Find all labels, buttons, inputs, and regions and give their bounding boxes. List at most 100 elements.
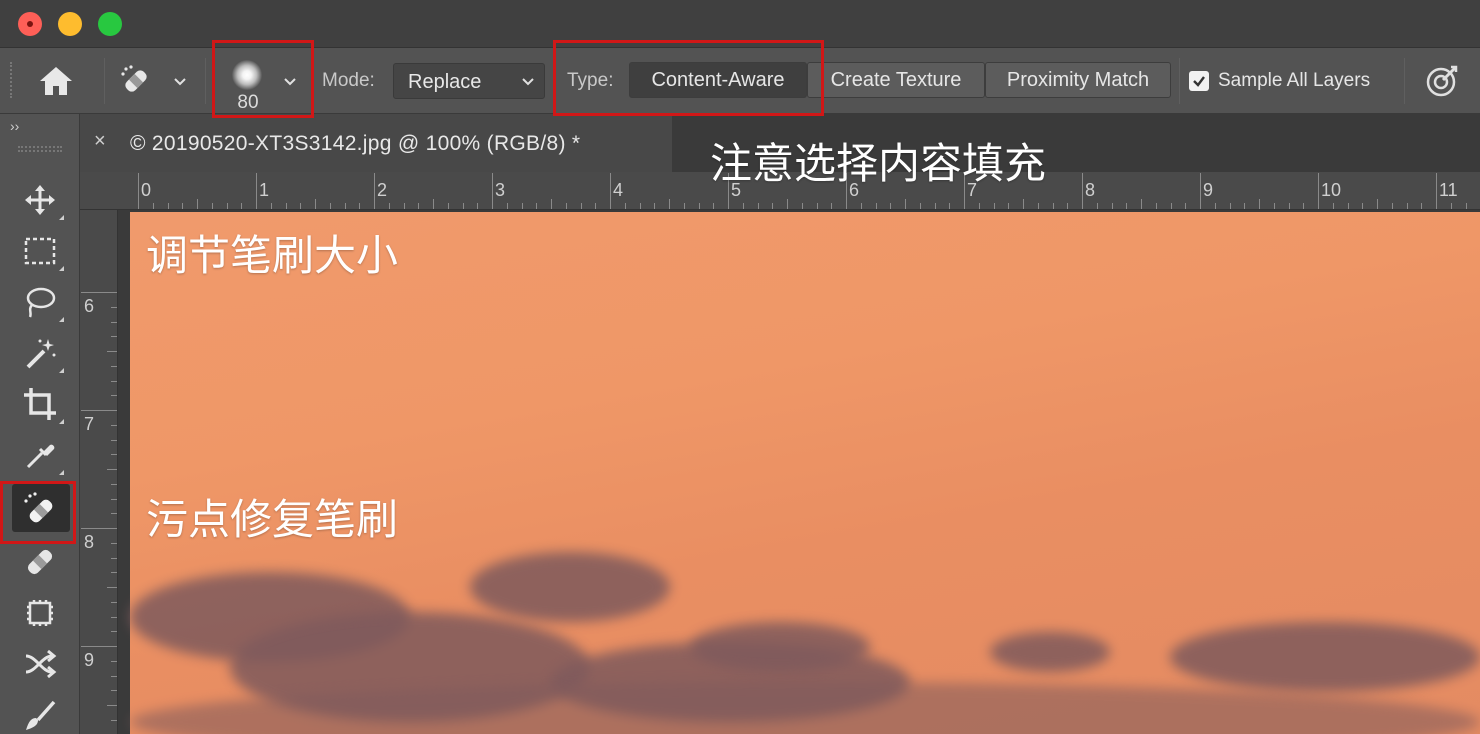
eyedropper-tool[interactable] <box>12 431 70 479</box>
ruler-tick <box>1377 199 1378 209</box>
minimize-window-button[interactable] <box>58 12 82 36</box>
ruler-tick <box>1406 203 1408 209</box>
ruler-label: 1 <box>259 180 270 200</box>
ruler-tick <box>111 690 117 692</box>
eyedropper-icon <box>26 444 55 469</box>
separator <box>205 58 206 104</box>
ruler-label: 9 <box>84 650 95 670</box>
ruler-tick <box>1096 203 1098 209</box>
ruler-tick <box>860 203 862 209</box>
ruler-tick <box>624 203 626 209</box>
ruler-tick <box>111 660 117 662</box>
zoom-window-button[interactable] <box>98 12 122 36</box>
ruler-tick <box>111 336 117 338</box>
ruler-tick <box>1141 199 1142 209</box>
tools-panel-grip[interactable] <box>18 146 62 152</box>
collapse-panel-button[interactable]: ›› <box>10 118 19 134</box>
ruler-tick <box>107 705 117 706</box>
ruler-tick <box>111 601 117 603</box>
ruler-tick <box>1303 203 1305 209</box>
magic-wand-icon <box>26 339 56 369</box>
ruler-tick <box>107 351 117 352</box>
ruler-tick <box>388 203 390 209</box>
cloud <box>690 622 870 672</box>
type-create-texture-button[interactable]: Create Texture <box>807 62 985 98</box>
ruler-tick <box>1111 203 1113 209</box>
close-window-button[interactable] <box>18 12 42 36</box>
document-canvas[interactable] <box>118 210 1480 734</box>
ruler-tick <box>1052 203 1054 209</box>
ruler-tick <box>111 542 117 544</box>
content-aware-move-tool[interactable] <box>12 640 70 688</box>
marquee-tool[interactable] <box>12 227 70 275</box>
crop-icon <box>24 388 56 420</box>
ruler-tick <box>1273 203 1275 209</box>
sample-all-layers-checkbox[interactable] <box>1189 71 1209 91</box>
ruler-tick <box>182 203 184 209</box>
ruler-label: 7 <box>84 414 95 434</box>
ruler-tick <box>713 203 715 209</box>
ruler-label: 2 <box>377 180 388 200</box>
sample-all-layers-label[interactable]: Sample All Layers <box>1218 70 1370 92</box>
brush-tool[interactable] <box>12 692 70 734</box>
ruler-tick <box>111 498 117 500</box>
ruler-tick <box>81 292 117 293</box>
crop-tool[interactable] <box>12 380 70 428</box>
ruler-tick <box>1244 203 1246 209</box>
ruler-tick <box>536 203 538 209</box>
separator <box>1179 58 1180 104</box>
magic-wand-tool[interactable] <box>12 329 70 377</box>
move-tool[interactable] <box>12 176 70 224</box>
ruler-tick <box>1185 203 1187 209</box>
bandage-icon <box>27 549 53 575</box>
ruler-tick <box>1450 203 1452 209</box>
ruler-tick <box>1421 203 1423 209</box>
chevron-down-icon <box>520 74 536 90</box>
tool-preset-picker[interactable] <box>118 62 154 100</box>
ruler-tick <box>111 454 117 456</box>
chevron-down-icon[interactable] <box>172 74 188 90</box>
ruler-tick <box>1391 203 1393 209</box>
ruler-tick <box>993 203 995 209</box>
ruler-tick <box>111 395 117 397</box>
ruler-tick <box>654 203 656 209</box>
ruler-tick <box>1288 203 1290 209</box>
document-tab[interactable]: × © 20190520-XT3S3142.jpg @ 100% (RGB/8)… <box>80 114 672 172</box>
patch-tool[interactable] <box>12 589 70 637</box>
ruler-tick <box>1214 203 1216 209</box>
lasso-tool[interactable] <box>12 278 70 326</box>
healing-brush-tool[interactable] <box>12 538 70 586</box>
tool-group-indicator <box>59 368 64 373</box>
ruler-tick <box>1229 203 1231 209</box>
ruler-tick <box>831 203 833 209</box>
ruler-tick <box>757 203 759 209</box>
ruler-tick <box>610 173 611 209</box>
pressure-size-button[interactable] <box>1422 62 1460 100</box>
options-bar-grip[interactable] <box>10 62 14 98</box>
ruler-tick <box>167 203 169 209</box>
type-proximity-match-button[interactable]: Proximity Match <box>985 62 1171 98</box>
close-tab-button[interactable]: × <box>94 130 106 153</box>
ruler-tick <box>1023 199 1024 209</box>
cloud <box>1170 622 1480 692</box>
home-button[interactable] <box>36 64 76 98</box>
ruler-tick <box>111 557 117 559</box>
content-aware-highlight-box <box>553 40 824 116</box>
ruler-tick <box>683 203 685 209</box>
pressure-target-icon <box>1426 65 1458 97</box>
mode-select-value: Replace <box>408 71 482 93</box>
ruler-tick <box>111 306 117 308</box>
ruler-tick <box>639 203 641 209</box>
tools-panel: ›› <box>0 114 80 734</box>
ruler-tick <box>374 173 375 209</box>
spot-healing-icon <box>121 65 147 92</box>
ruler-tick <box>152 203 154 209</box>
mode-select[interactable]: Replace <box>393 63 545 99</box>
document-tab-title: © 20190520-XT3S3142.jpg @ 100% (RGB/8) * <box>130 132 581 155</box>
ruler-tick <box>1200 173 1201 209</box>
ruler-tick <box>580 203 582 209</box>
ruler-tick <box>211 203 213 209</box>
tool-group-indicator <box>59 317 64 322</box>
vertical-ruler[interactable]: 6 7 8 9 <box>80 210 118 734</box>
ruler-tick <box>890 203 892 209</box>
